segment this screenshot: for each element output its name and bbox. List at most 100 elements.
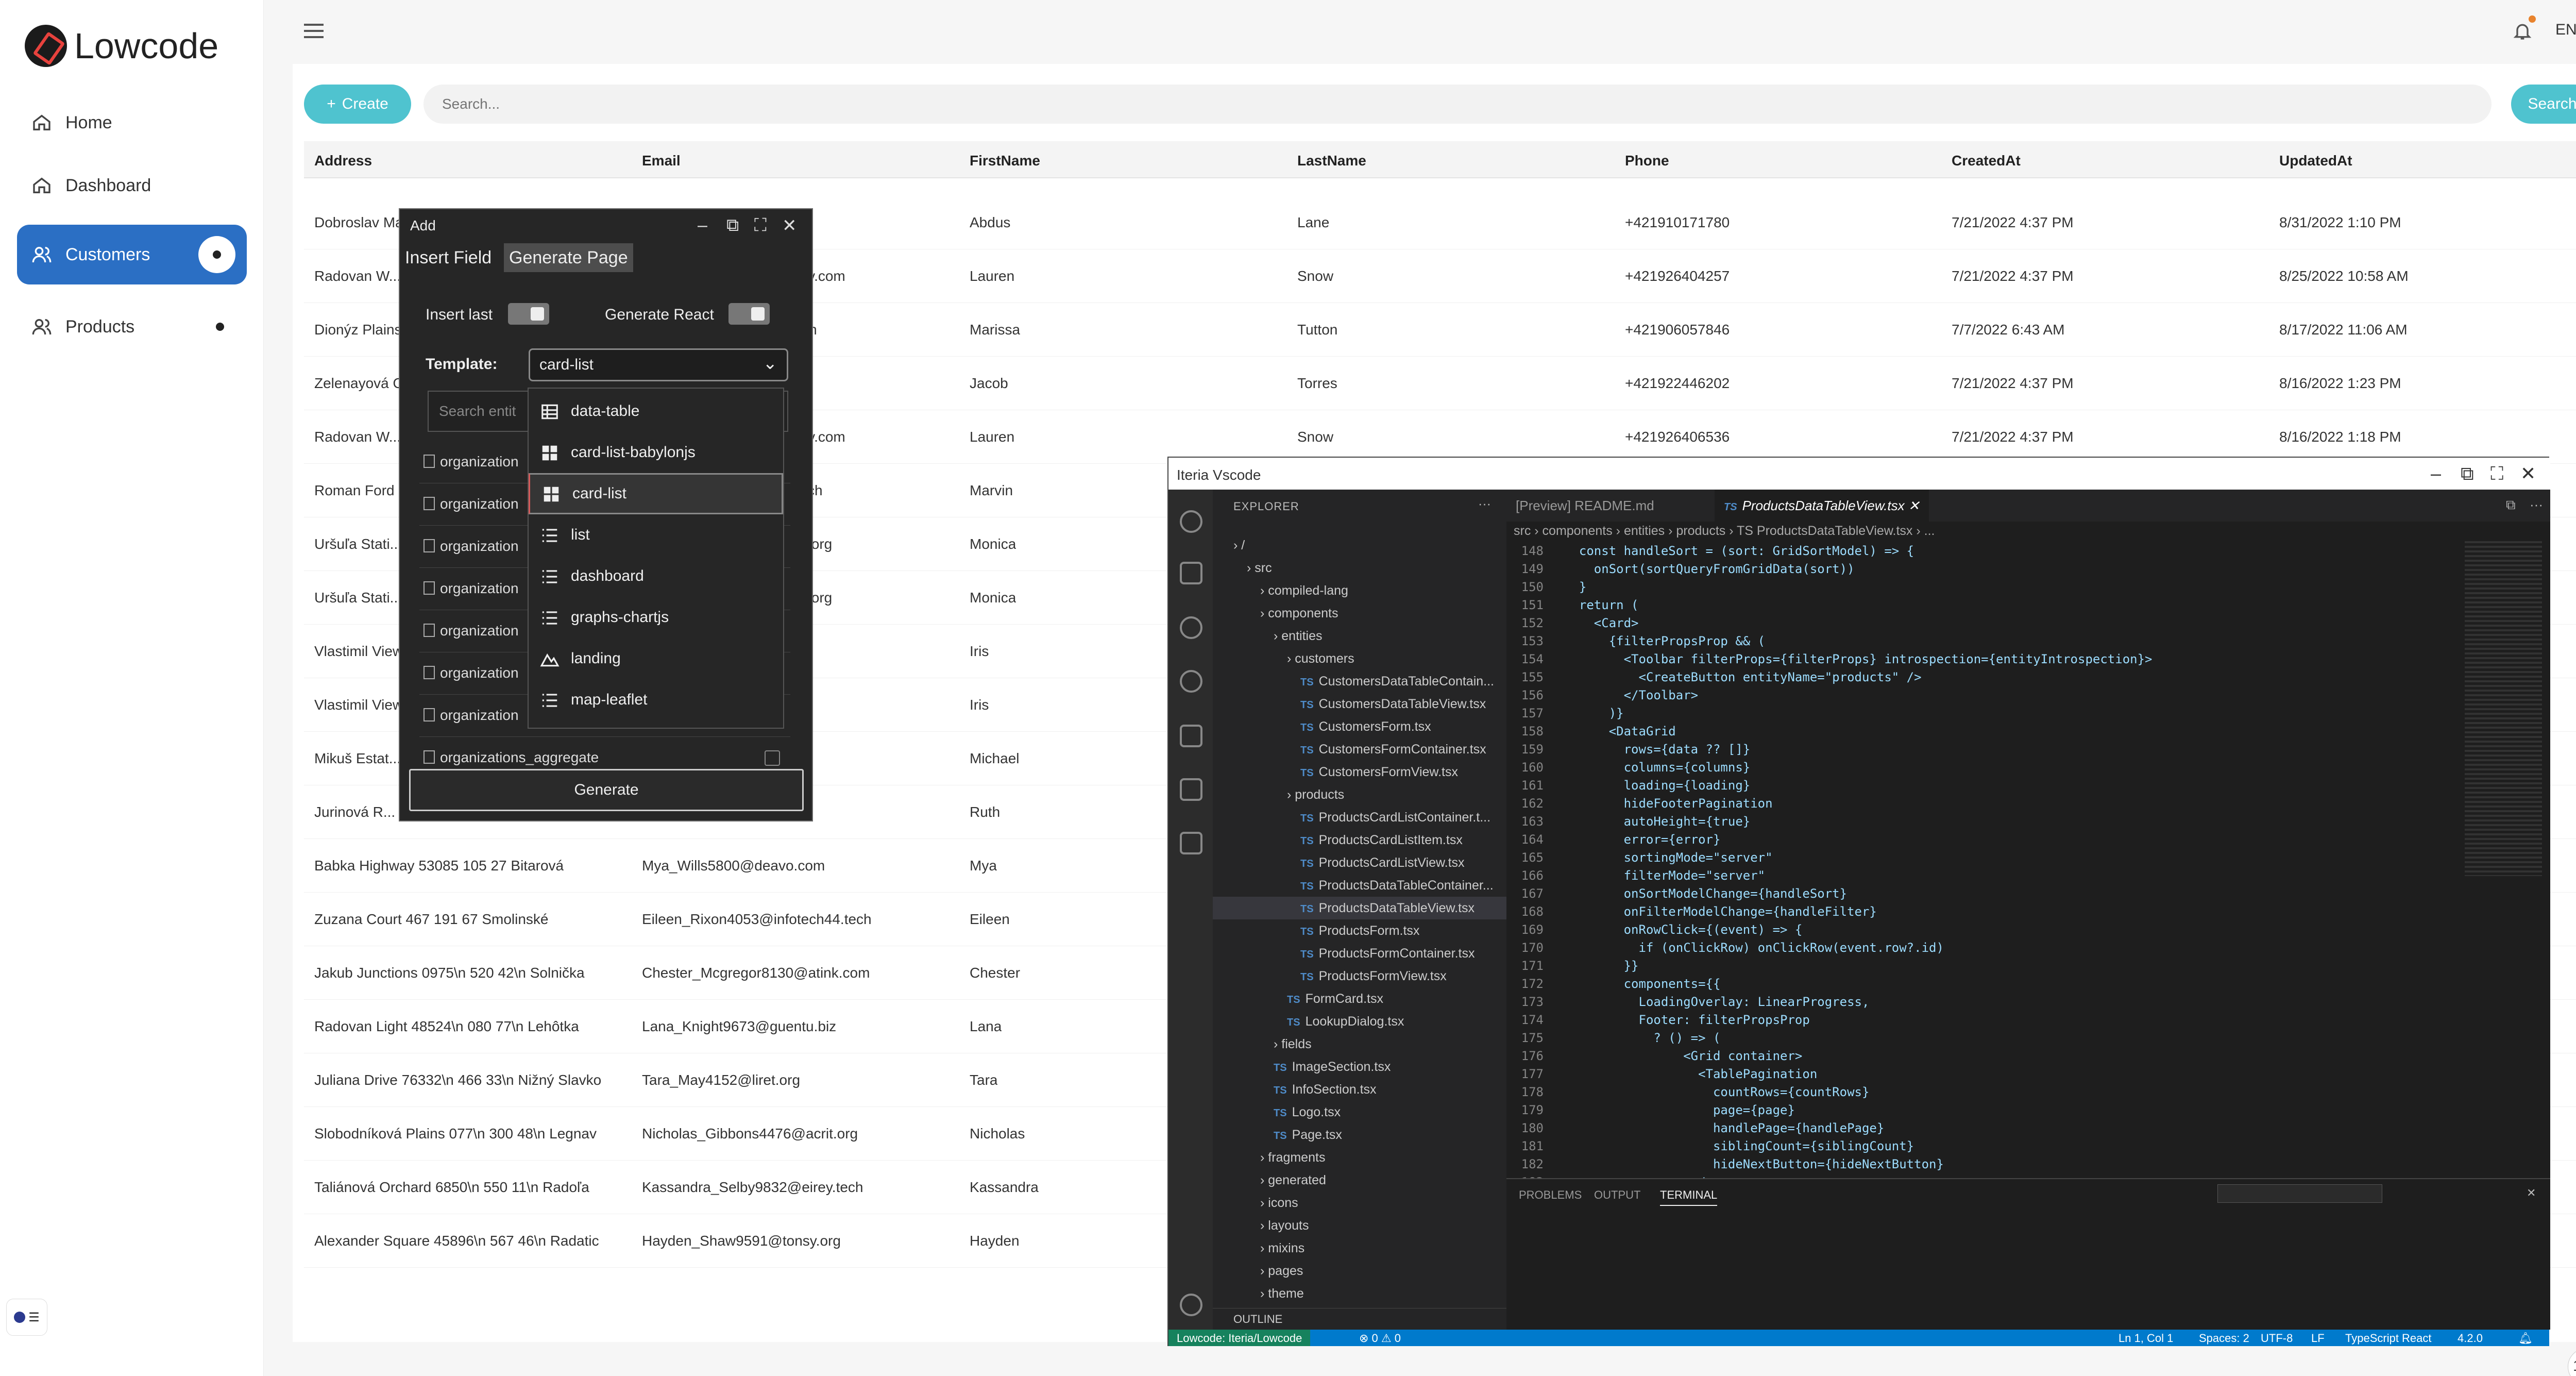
- column-header[interactable]: UpdatedAt: [2279, 153, 2352, 169]
- template-option[interactable]: data-table: [529, 391, 783, 432]
- tree-file[interactable]: TS ProductsCardListItem.tsx: [1213, 829, 1506, 851]
- tree-folder[interactable]: › products: [1213, 783, 1506, 806]
- split-editor-icon[interactable]: ⧉: [2506, 497, 2516, 513]
- template-option[interactable]: dashboard: [529, 556, 783, 597]
- tree-file[interactable]: TS LookupDialog.tsx: [1213, 1010, 1506, 1033]
- more-actions-icon[interactable]: ···: [1478, 497, 1491, 512]
- menu-toggle-icon[interactable]: [304, 24, 324, 38]
- dev-tools-toggle[interactable]: ☰: [6, 1299, 47, 1336]
- column-header[interactable]: CreatedAt: [1952, 153, 2021, 169]
- language-mode[interactable]: TypeScript React: [2345, 1332, 2432, 1345]
- run-debug-icon[interactable]: [1180, 725, 1202, 747]
- github-icon[interactable]: [1180, 510, 1202, 533]
- template-select[interactable]: card-list ⌄: [529, 348, 788, 381]
- tree-file[interactable]: TS ProductsFormContainer.tsx: [1213, 942, 1506, 965]
- search-icon[interactable]: [1180, 616, 1202, 639]
- entity-checkbox[interactable]: [765, 750, 780, 766]
- bell-icon[interactable]: [2512, 20, 2533, 42]
- tree-folder[interactable]: › theme: [1213, 1282, 1506, 1305]
- outline-section[interactable]: OUTLINE: [1213, 1308, 1506, 1330]
- close-icon[interactable]: ✕: [1908, 498, 1920, 513]
- close-icon[interactable]: ✕: [782, 215, 797, 236]
- extensions-icon[interactable]: [1180, 778, 1202, 801]
- tree-folder[interactable]: › generated: [1213, 1169, 1506, 1192]
- tree-folder[interactable]: › pages: [1213, 1260, 1506, 1282]
- tree-folder[interactable]: › fields: [1213, 1033, 1506, 1055]
- search-input[interactable]: [423, 85, 2492, 124]
- tree-file[interactable]: TS FormCard.tsx: [1213, 987, 1506, 1010]
- maximize-icon[interactable]: ⛶: [2490, 463, 2503, 485]
- minimize-icon[interactable]: –: [2431, 463, 2441, 484]
- template-option[interactable]: card-list-babylonjs: [529, 432, 783, 473]
- sidebar-item-home[interactable]: Home: [17, 93, 247, 153]
- tree-file[interactable]: TS Logo.tsx: [1213, 1101, 1506, 1123]
- remote-indicator[interactable]: Lowcode: Iteria/Lowcode: [1168, 1330, 1311, 1346]
- tree-folder[interactable]: › components: [1213, 602, 1506, 625]
- tree-folder[interactable]: › fragments: [1213, 1146, 1506, 1169]
- language-select[interactable]: EN ▾: [2555, 21, 2576, 39]
- problems-count[interactable]: ⊗ 0 ⚠ 0: [1359, 1332, 1401, 1345]
- tree-file[interactable]: TS ProductsCardListContainer.t...: [1213, 806, 1506, 829]
- sidebar-item-customers[interactable]: Customers: [17, 225, 247, 284]
- column-header[interactable]: FirstName: [970, 153, 1040, 169]
- template-option[interactable]: graphs-chartjs: [529, 597, 783, 638]
- tree-folder[interactable]: › icons: [1213, 1192, 1506, 1214]
- line-ending[interactable]: LF: [2311, 1332, 2325, 1345]
- tab-problems[interactable]: PROBLEMS: [1519, 1188, 1582, 1202]
- tree-folder[interactable]: › compiled-lang: [1213, 579, 1506, 602]
- minimize-icon[interactable]: –: [698, 215, 707, 236]
- generate-button[interactable]: Generate: [409, 769, 804, 811]
- tree-folder[interactable]: › mixins: [1213, 1237, 1506, 1260]
- tab-insert-field[interactable]: Insert Field: [400, 243, 497, 272]
- encoding[interactable]: UTF-8: [2261, 1332, 2293, 1345]
- app-logo[interactable]: Lowcode: [25, 25, 218, 67]
- tree-file[interactable]: TS ProductsForm.tsx: [1213, 919, 1506, 942]
- tree-file[interactable]: TS CustomersFormView.tsx: [1213, 761, 1506, 783]
- tree-folder[interactable]: › customers: [1213, 647, 1506, 670]
- generate-react-toggle[interactable]: [728, 303, 770, 325]
- column-header[interactable]: Email: [642, 153, 681, 169]
- more-actions-icon[interactable]: ···: [2530, 497, 2543, 513]
- create-button[interactable]: + Create: [304, 85, 411, 124]
- insert-last-toggle[interactable]: [508, 303, 549, 325]
- template-option[interactable]: landing: [529, 638, 783, 679]
- search-button[interactable]: Search: [2511, 85, 2576, 124]
- tab-readme-preview[interactable]: [Preview] README.md: [1506, 490, 1664, 522]
- tab-output[interactable]: OUTPUT: [1594, 1188, 1640, 1202]
- files-icon[interactable]: [1180, 562, 1202, 584]
- breadcrumb[interactable]: src › components › entities › products ›…: [1514, 524, 1935, 539]
- tree-folder[interactable]: › layouts: [1213, 1214, 1506, 1237]
- template-option[interactable]: map-leaflet: [529, 679, 783, 720]
- tree-file[interactable]: TS CustomersDataTableView.tsx: [1213, 693, 1506, 715]
- tree-folder[interactable]: › /: [1213, 534, 1506, 557]
- template-option[interactable]: card-list: [529, 473, 783, 514]
- tree-file[interactable]: TS ProductsDataTableView.tsx: [1213, 897, 1506, 919]
- maximize-icon[interactable]: ⛶: [754, 215, 767, 236]
- tab-terminal[interactable]: TERMINAL: [1660, 1188, 1718, 1206]
- bell-icon[interactable]: 🔔︎: [2518, 1332, 2533, 1345]
- tree-folder[interactable]: › entities: [1213, 625, 1506, 647]
- close-icon[interactable]: ✕: [2527, 1186, 2536, 1200]
- cursor-position[interactable]: Ln 1, Col 1: [2119, 1332, 2173, 1345]
- tree-file[interactable]: TS Page.tsx: [1213, 1123, 1506, 1146]
- tree-file[interactable]: TS ImageSection.tsx: [1213, 1055, 1506, 1078]
- tab-generate-page[interactable]: Generate Page: [504, 243, 633, 272]
- terminal-select[interactable]: [2217, 1184, 2382, 1203]
- restore-icon[interactable]: ⧉: [2461, 463, 2474, 485]
- tree-folder[interactable]: › src: [1213, 557, 1506, 579]
- ts-version[interactable]: 4.2.0: [2458, 1332, 2483, 1345]
- column-header[interactable]: Address: [314, 153, 372, 169]
- close-icon[interactable]: ✕: [2520, 463, 2536, 484]
- tab-products-data-table-view[interactable]: TS ProductsDataTableView.tsx ✕: [1715, 490, 1929, 522]
- tree-file[interactable]: TS ProductsCardListView.tsx: [1213, 851, 1506, 874]
- gear-icon[interactable]: [1180, 1294, 1202, 1316]
- tree-file[interactable]: TS CustomersDataTableContain...: [1213, 670, 1506, 693]
- minimap[interactable]: [2465, 541, 2542, 876]
- source-control-icon[interactable]: [1180, 670, 1202, 693]
- tree-file[interactable]: TS CustomersFormContainer.tsx: [1213, 738, 1506, 761]
- sidebar-item-dashboard[interactable]: Dashboard: [17, 156, 247, 215]
- template-option[interactable]: list: [529, 514, 783, 556]
- column-header[interactable]: LastName: [1297, 153, 1366, 169]
- tree-file[interactable]: TS ProductsFormView.tsx: [1213, 965, 1506, 987]
- tree-file[interactable]: TS ProductsDataTableContainer...: [1213, 874, 1506, 897]
